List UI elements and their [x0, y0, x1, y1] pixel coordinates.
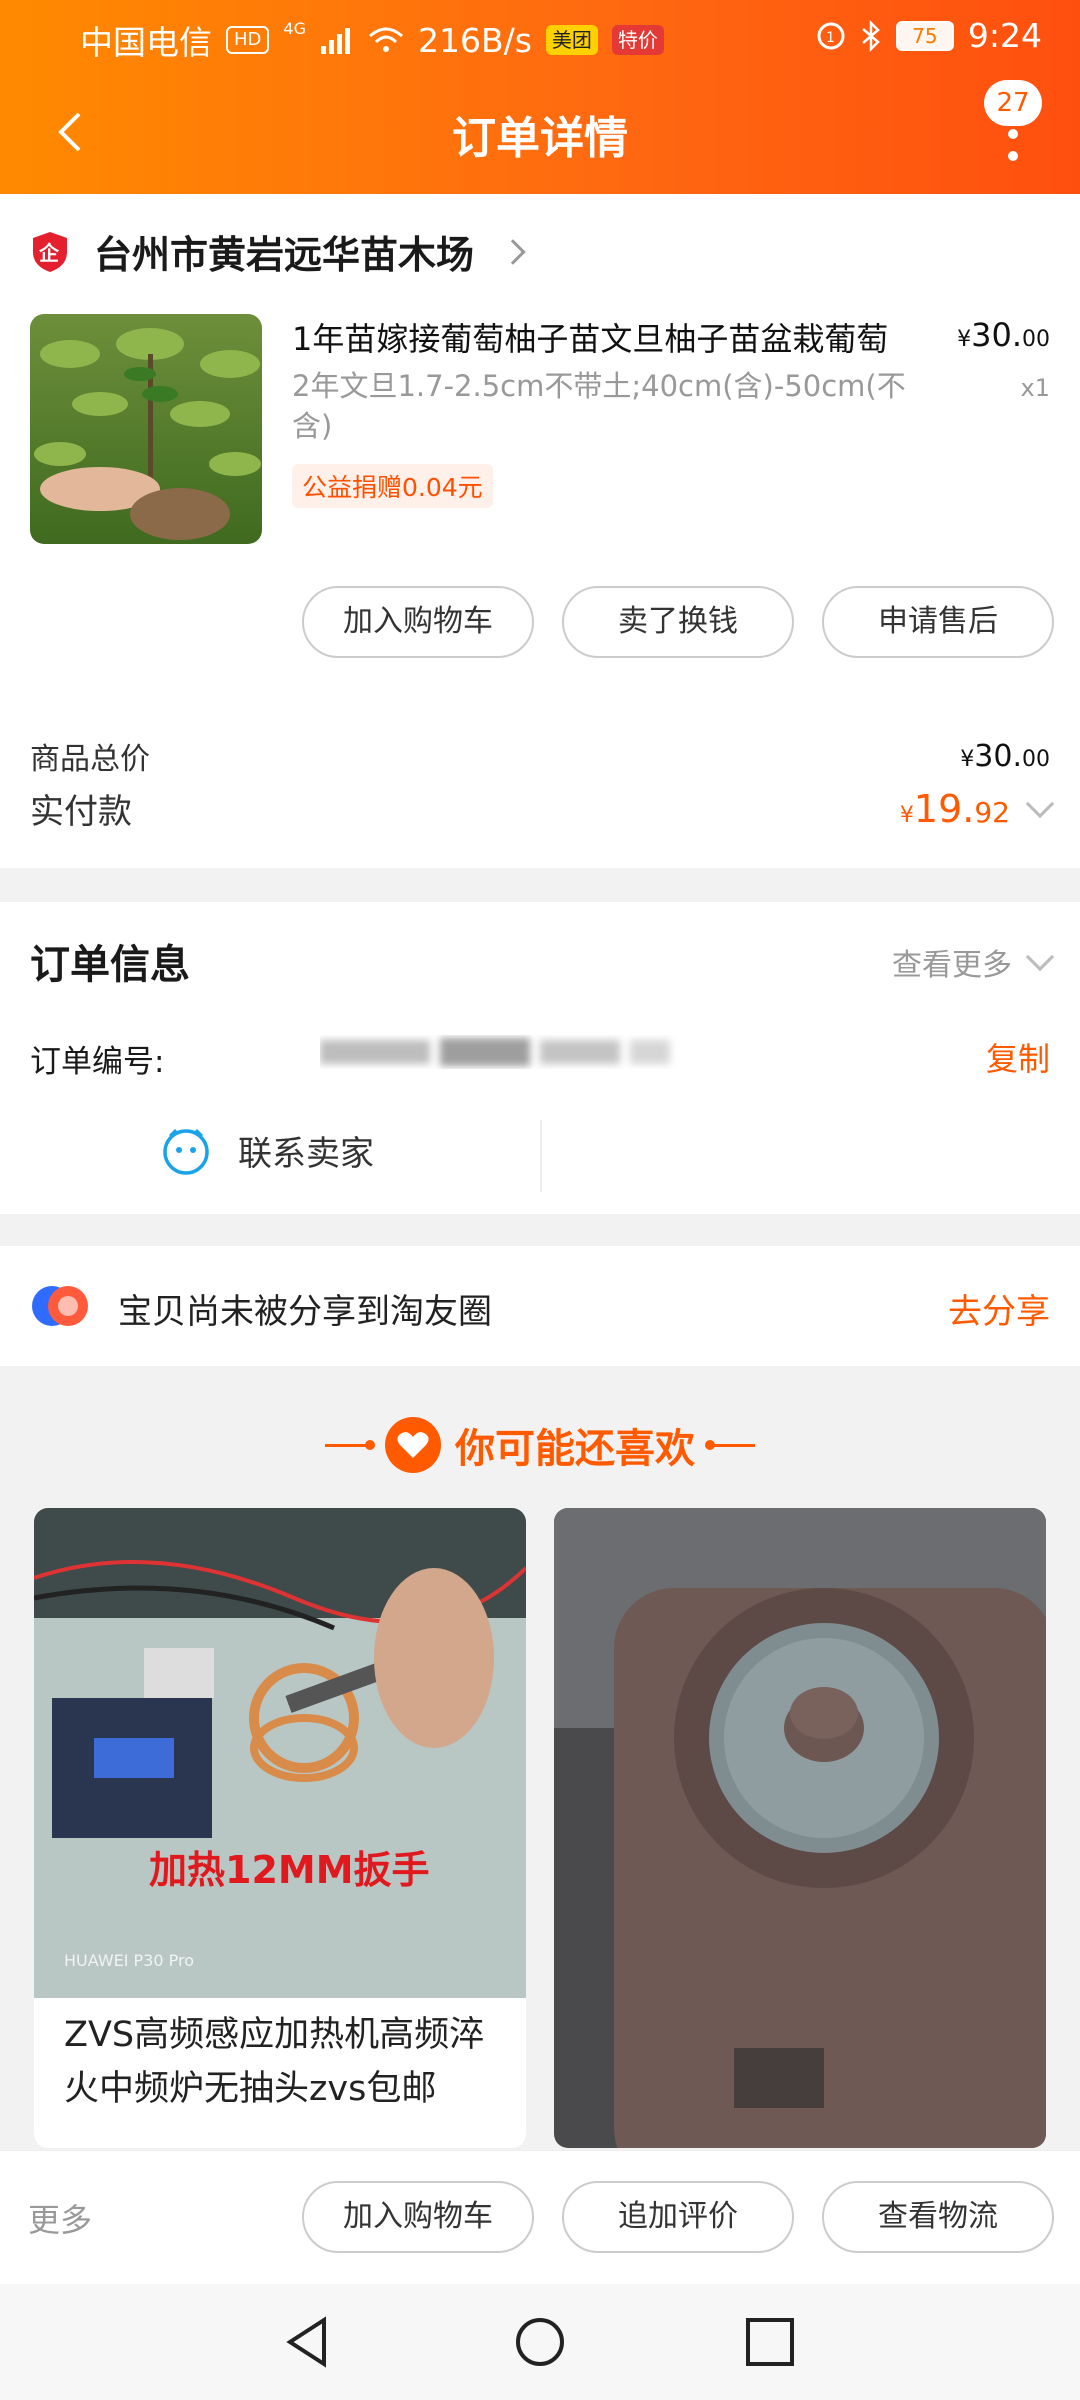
image-overlay-text: 加热12MM扳手 — [149, 1848, 430, 1892]
header: 中国电信 HD 4G 216B/s 美团 特价 1 75 9:24 订单详情 2… — [0, 0, 1080, 194]
svg-text:企: 企 — [38, 241, 60, 265]
order-number-redacted — [320, 1038, 670, 1066]
order-info-title: 订单信息 — [30, 942, 190, 988]
chevron-down-icon — [1025, 789, 1055, 818]
nav-home-icon[interactable] — [512, 2314, 568, 2370]
bluetooth-icon — [862, 19, 880, 52]
more-icon[interactable] — [1006, 110, 1020, 170]
heart-icon — [385, 1417, 441, 1473]
paid-row[interactable]: 实付款 ¥19.92 — [30, 784, 1055, 833]
tejia-app-icon: 特价 — [611, 25, 664, 55]
more-button[interactable]: 更多 — [28, 2195, 92, 2241]
nav-bar: 订单详情 27 — [0, 72, 1080, 194]
battery-icon: 75 — [895, 20, 954, 51]
system-nav-bar — [0, 2284, 1080, 2400]
order-number-label: 订单编号: — [30, 1044, 165, 1080]
net-speed: 216B/s — [417, 20, 532, 60]
nav-recents-icon[interactable] — [742, 2314, 798, 2370]
enterprise-shield-icon: 企 — [33, 231, 67, 272]
recommend-item-image: 加热12MM扳手 HUAWEI P30 Pro — [34, 1508, 526, 1998]
copy-button[interactable]: 复制 — [986, 1034, 1050, 1080]
divider — [325, 1440, 375, 1450]
camera-watermark: HUAWEI P30 Pro — [64, 1951, 194, 1970]
meituan-app-icon: 美团 — [545, 25, 598, 55]
goods-total-row: 商品总价 ¥30.00 — [30, 734, 1050, 778]
chevron-down-icon — [1025, 942, 1055, 972]
nav-back-icon[interactable] — [280, 2314, 336, 2370]
recommend-header: 你可能还喜欢 — [0, 1400, 1080, 1490]
status-bar: 中国电信 HD 4G 216B/s 美团 特价 1 75 9:24 — [0, 0, 1080, 72]
recommend-item-image — [554, 1508, 1046, 2148]
contact-seller-button[interactable]: 联系卖家 — [160, 1124, 374, 1176]
after-sale-button[interactable]: 申请售后 — [822, 586, 1054, 658]
product-quantity: x1 — [1020, 374, 1050, 402]
order-info-card: 订单信息 查看更多 订单编号: 复制 联系卖家 — [0, 902, 1080, 1214]
goods-total-label: 商品总价 — [30, 742, 150, 777]
sell-for-cash-button[interactable]: 卖了换钱 — [562, 586, 794, 658]
recommend-item[interactable] — [554, 1508, 1046, 2148]
network-icon: 4G — [283, 18, 306, 38]
go-share-button[interactable]: 去分享 — [948, 1284, 1050, 1333]
product-image[interactable] — [30, 314, 262, 544]
signal-icon — [320, 28, 350, 54]
donation-tag: 公益捐赠0.04元 — [292, 464, 493, 508]
bottom-action-bar: 更多 加入购物车 追加评价 查看物流 — [0, 2150, 1080, 2284]
divider — [705, 1440, 755, 1450]
add-to-cart-button[interactable]: 加入购物车 — [302, 586, 534, 658]
add-review-button[interactable]: 追加评价 — [562, 2181, 794, 2253]
goods-total-value: ¥30.00 — [960, 738, 1050, 774]
product-title[interactable]: 1年苗嫁接葡萄柚子苗文旦柚子苗盆栽葡萄 — [292, 318, 912, 360]
paid-value: ¥19.92 — [900, 787, 1055, 831]
divider — [540, 1120, 542, 1192]
wifi-icon — [368, 27, 403, 52]
product-spec: 2年文旦1.7-2.5cm不带土;40cm(含)-50cm(不含) — [292, 369, 906, 443]
product-price: ¥30.00 — [957, 316, 1050, 354]
paid-label: 实付款 — [30, 792, 132, 832]
view-logistics-button[interactable]: 查看物流 — [822, 2181, 1054, 2253]
recommend-title: 你可能还喜欢 — [455, 1426, 695, 1472]
chevron-right-icon — [500, 238, 526, 265]
page-title: 订单详情 — [452, 113, 628, 164]
clock: 9:24 — [967, 16, 1042, 55]
carrier-label: 中国电信 — [80, 23, 212, 62]
shop-name: 台州市黄岩远华苗木场 — [94, 233, 475, 277]
hd-icon: HD — [226, 26, 270, 54]
taoyouquan-icon — [32, 1286, 88, 1326]
shop-header[interactable]: 企 台州市黄岩远华苗木场 — [30, 224, 526, 279]
recommend-item[interactable]: 加热12MM扳手 HUAWEI P30 Pro ZVS高频感应加热机高频淬火中频… — [34, 1508, 526, 2148]
data-saver-icon: 1 — [817, 22, 845, 49]
svg-text:1: 1 — [826, 30, 835, 46]
share-card: 宝贝尚未被分享到淘友圈 去分享 — [0, 1246, 1080, 1366]
add-to-cart-button[interactable]: 加入购物车 — [302, 2181, 534, 2253]
see-more-button[interactable]: 查看更多 — [892, 940, 1055, 984]
share-status-text: 宝贝尚未被分享到淘友圈 — [118, 1292, 492, 1332]
order-item-card: 企 台州市黄岩远华苗木场 1年苗嫁接葡萄柚子苗文旦柚子苗盆栽葡萄 2年文旦1.7… — [0, 194, 1080, 868]
chat-face-icon — [163, 1128, 209, 1175]
recommend-item-title: ZVS高频感应加热机高频淬火中频炉无抽头zvs包邮 — [64, 2015, 485, 2109]
